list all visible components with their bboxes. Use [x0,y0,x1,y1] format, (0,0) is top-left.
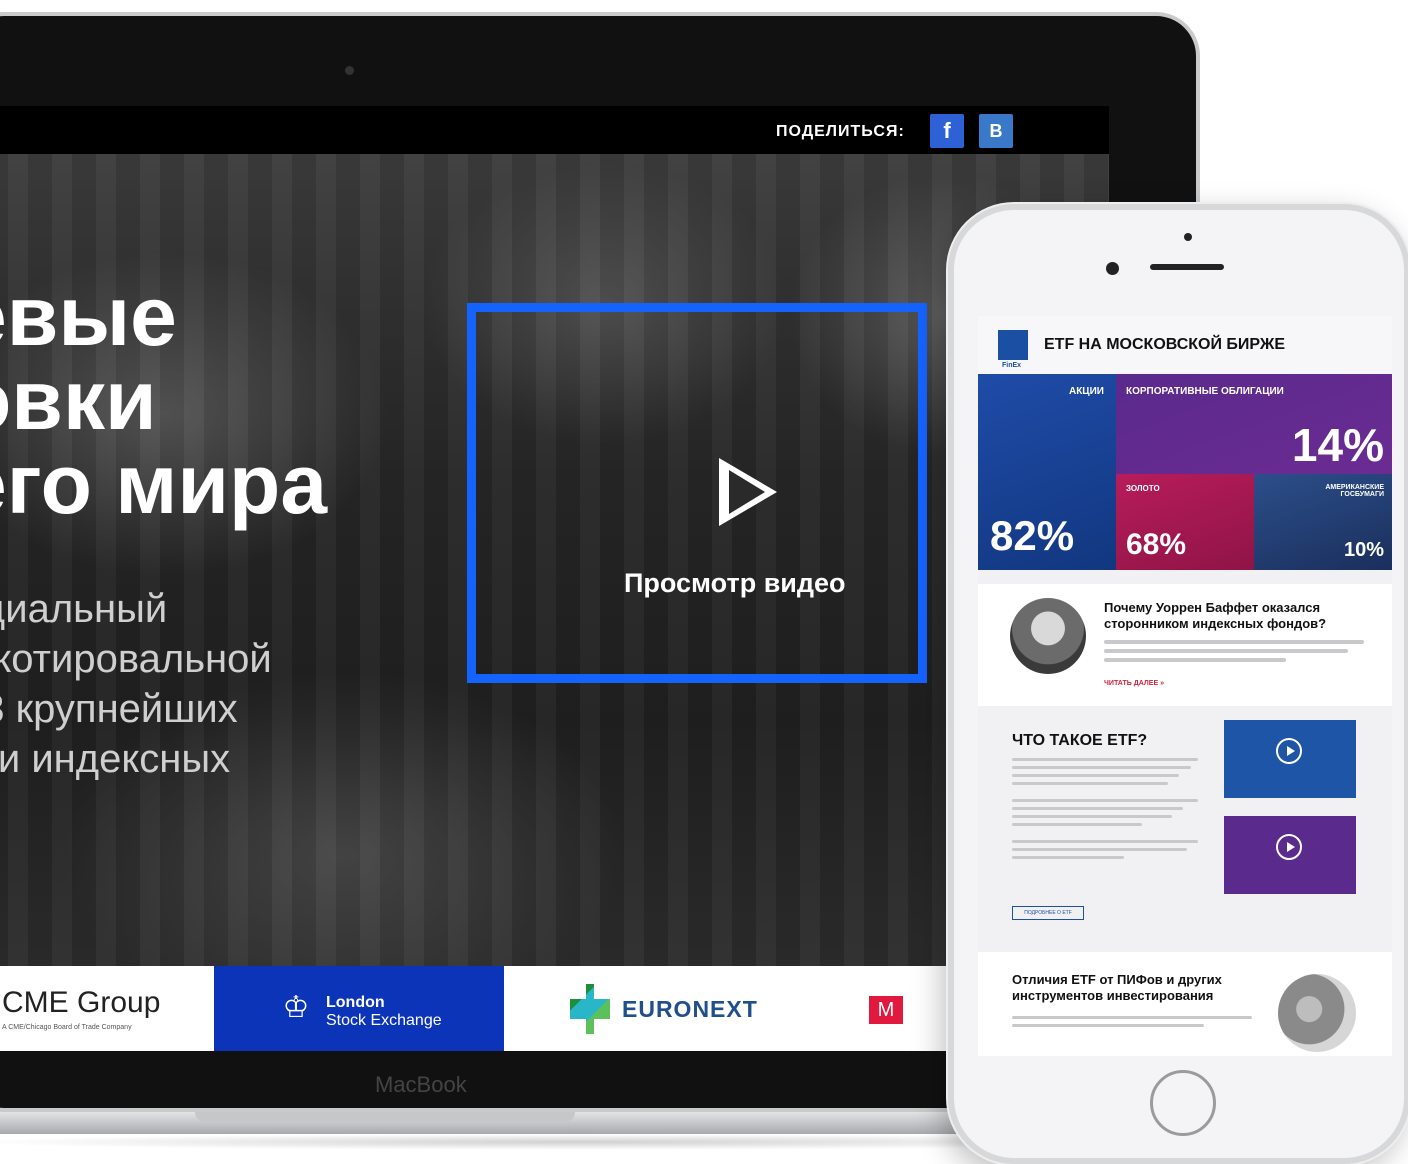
tile-us-treasuries[interactable]: АМЕРИКАНСКИЕ ГОСБУМАГИ 10% [1254,474,1392,570]
hero-subtitle-line: ж и индексных [0,737,231,781]
play-circle-icon [1276,738,1302,764]
vk-share-button[interactable]: B [979,114,1013,148]
tile-stocks[interactable]: АКЦИИ 82% [978,374,1116,570]
tile-corp-value: 14% [1291,419,1384,471]
hero-title-line: евые [0,269,177,363]
tile-stocks-label: АКЦИИ [1068,386,1104,397]
share-bar: ПОДЕЛИТЬСЯ: f B [0,106,1109,154]
etf-section-text [1012,758,1198,864]
what-is-etf-section: ЧТО ТАКОЕ ETF? ПОДРОБНЕЕ О ETF [978,720,1392,940]
phone-sensor [1184,233,1192,241]
hero-title: евые овки его мира [0,274,327,526]
euronext-logo[interactable]: EURONEXT [504,966,834,1051]
article-etf-vs-funds-excerpt [1012,1016,1252,1032]
hero-subtitle-line: 13 крупнейших [0,687,238,731]
hero-title-line: овки [0,353,157,447]
moex-logo[interactable]: M [869,996,903,1024]
mobile-page-title: ETF НА МОСКОВСКОЙ БИРЖЕ [1044,336,1286,353]
buffett-avatar [1010,598,1086,674]
hero-section: евые овки его мира ициальный о котировал… [0,154,1109,966]
lse-name-line1: London [326,994,385,1011]
phone-screen: FinEx ETF НА МОСКОВСКОЙ БИРЖЕ АКЦИИ 82% … [978,316,1392,1056]
article-etf-vs-funds-image [1278,974,1356,1052]
cme-group-name: CME Group [2,986,161,1019]
etf-section-title: ЧТО ТАКОЕ ETF? [1012,732,1148,749]
hero-subtitle-line: о котировальной [0,637,272,681]
cme-group-subtitle: A CME/Chicago Board of Trade Company [2,1024,132,1031]
hero-title-line: его мира [0,437,328,531]
tile-corporate-bonds[interactable]: КОРПОРАТИВНЫЕ ОБЛИГАЦИИ 14% [1116,374,1392,474]
lse-name-line2: Stock Exchange [326,1012,442,1029]
article-buffett-excerpt [1104,640,1364,667]
phone-speaker [1150,264,1224,270]
article-etf-vs-funds-card[interactable]: Отличия ETF от ПИФов и других инструмент… [978,952,1392,1056]
euronext-mark-icon [570,984,610,1034]
phone-camera [1106,262,1119,275]
tile-gold-label: ЗОЛОТО [1126,484,1160,493]
euronext-name: EURONEXT [622,996,758,1022]
etf-video-1-button[interactable] [1224,720,1356,798]
article-buffett-card[interactable]: Почему Уоррен Баффет оказался стороннико… [978,584,1392,706]
etf-more-button[interactable]: ПОДРОБНЕЕ О ETF [1012,906,1084,920]
exchange-logos-bar: CME Group A CME/Chicago Board of Trade C… [0,966,1109,1051]
laptop-hinge-notch [195,1112,575,1122]
finex-logo-text: FinEx [1002,362,1022,369]
tile-corp-label: КОРПОРАТИВНЫЕ ОБЛИГАЦИИ [1126,386,1284,397]
facebook-share-button[interactable]: f [930,114,964,148]
share-label: ПОДЕЛИТЬСЯ: [776,123,905,140]
watch-video-label: Просмотр видео [624,568,846,598]
phone-frame: FinEx ETF НА МОСКОВСКОЙ БИРЖЕ АКЦИИ 82% … [948,204,1408,1164]
etf-video-2-button[interactable] [1224,816,1356,894]
read-more-link[interactable]: ЧИТАТЬ ДАЛЕЕ » [1104,680,1164,687]
laptop-brand-label: MacBook [375,1072,467,1097]
article-buffett-title: Почему Уоррен Баффет оказался стороннико… [1104,600,1327,631]
laptop-camera [345,66,354,75]
tile-treas-value: 10% [1343,539,1384,561]
article-etf-vs-funds-title: Отличия ETF от ПИФов и других инструмент… [1012,972,1222,1003]
tile-treas-label: АМЕРИКАНСКИЕ ГОСБУМАГИ [1325,484,1384,498]
mobile-header: FinEx ETF НА МОСКОВСКОЙ БИРЖЕ [978,316,1392,374]
lse-crest-icon: ♔ [282,991,310,1024]
play-circle-icon [1276,834,1302,860]
laptop-screen: ПОДЕЛИТЬСЯ: f B евые овки его мира ициал… [0,106,1109,1051]
cme-group-logo[interactable]: CME Group A CME/Chicago Board of Trade C… [0,966,214,1051]
finex-logo-icon[interactable] [998,330,1028,360]
hero-subtitle-line: ициальный [0,587,168,631]
hero-subtitle: ициальный о котировальной 13 крупнейших … [0,584,272,784]
tile-gold-value: 68% [1126,528,1187,561]
tile-stocks-value: 82% [990,512,1075,559]
watch-video-button[interactable]: Просмотр видео [467,303,927,683]
tile-gold[interactable]: ЗОЛОТО 68% [1116,474,1254,570]
london-stock-exchange-logo[interactable]: ♔ London Stock Exchange [214,966,504,1051]
play-icon [719,458,777,526]
home-button[interactable] [1150,1070,1216,1136]
